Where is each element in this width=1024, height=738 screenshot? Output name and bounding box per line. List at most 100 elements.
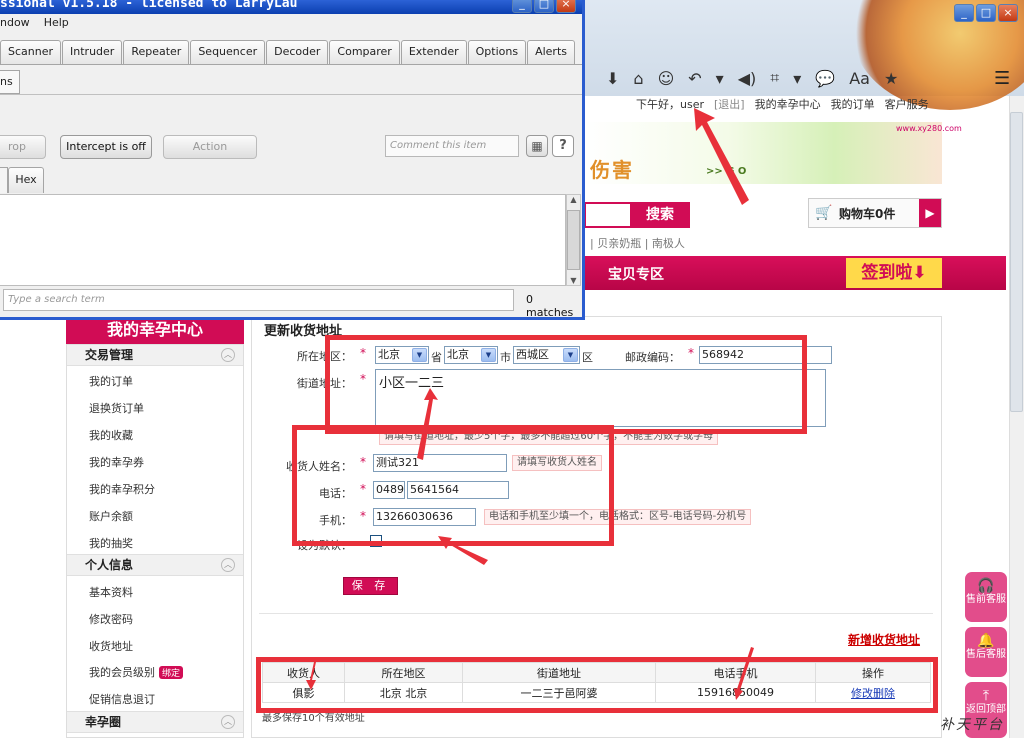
tab-intruder[interactable]: Intruder [62,40,123,64]
browser-toolbar: ⬇ ⌂ ☺ ↶ ▾ ◀) ⌗ ▾ 💬 Aa ★ [584,62,1024,94]
sidebar-item-my-orders[interactable]: 我的订单 [89,373,133,389]
action-button[interactable]: Action [163,135,257,159]
intercept-toggle-button[interactable]: Intercept is off [60,135,152,159]
cart-label: 购物车0件 [839,206,896,221]
cart-button[interactable]: 🛒 购物车0件 ▶ [808,198,942,228]
sidebar-item-profile[interactable]: 基本资料 [89,584,133,600]
sidebar-item-balance[interactable]: 账户余额 [89,508,133,524]
tab-scanner[interactable]: Scanner [0,40,62,64]
scroll-down-icon[interactable]: ▼ [567,276,580,285]
sidebar-section-personal[interactable]: 个人信息 ︿ [67,554,243,576]
drop-button[interactable]: rop [0,135,46,159]
sidebar-item-coupons[interactable]: 我的幸孕券 [89,454,144,470]
banner-url: www.xy280.com [896,124,962,133]
tab-comparer[interactable]: Comparer [329,40,400,64]
sidebar-item-lottery[interactable]: 我的抽奖 [89,535,133,551]
sidebar-item-favorites[interactable]: 我的收藏 [89,427,133,443]
tab-sequencer[interactable]: Sequencer [190,40,266,64]
tab-options[interactable]: Options [467,40,527,64]
sidebar-section-label: 个人信息 [85,558,134,572]
tab-extender[interactable]: Extender [400,40,467,64]
maximize-button[interactable]: □ [534,0,554,13]
close-button[interactable]: × [556,0,576,13]
bell-icon: 🔔 [977,633,995,649]
maximize-button[interactable]: □ [976,4,996,22]
cart-icon: 🛒 [815,205,833,221]
burp-window: ssional v1.5.18 - licensed to LarryLau _… [0,0,585,320]
help-button[interactable]: ? [552,135,574,157]
comment-input[interactable]: Comment this item [385,135,519,157]
chevron-down-icon[interactable]: ▾ [716,69,724,88]
tab-alerts[interactable]: Alerts [527,40,575,64]
editor-scroll-thumb[interactable] [567,210,580,270]
topnav-customer-service[interactable]: 客户服务 [885,96,929,114]
divider [259,613,933,614]
search-input[interactable] [584,202,630,228]
sidebar-title: 我的幸孕中心 [66,316,244,344]
chat-icon[interactable]: 💬 [815,69,835,88]
minimize-button[interactable]: _ [954,4,974,22]
chevron-right-icon: ▶ [919,199,941,227]
close-button[interactable]: × [998,4,1018,22]
aftersale-service-button[interactable]: 🔔 售后客服 [965,627,1007,677]
sidebar: 交易管理 ︿ 我的订单 退换货订单 我的收藏 我的幸孕券 我的幸孕积分 账户余额… [66,344,244,738]
top-icon: ⤒ [982,688,990,704]
topnav-member-center[interactable]: 我的幸孕中心 [755,96,821,114]
subtab-divider [0,94,582,98]
collapse-icon[interactable]: ︿ [221,715,235,729]
annotation-box-contact [292,425,614,546]
nav-item-baby-zone[interactable]: 宝贝专区 [608,264,664,284]
reader-icon[interactable]: Aa [849,69,870,88]
menu-help[interactable]: Help [44,16,69,34]
save-button[interactable]: 保 存 [343,577,398,595]
back-icon[interactable]: ↶ [688,69,701,88]
menu-window[interactable]: ndow [0,16,30,34]
subtab-options[interactable]: ns [0,70,20,94]
download-icon[interactable]: ⬇ [606,69,619,88]
match-count: 0 matches [526,293,574,319]
minimize-button[interactable]: _ [512,0,532,13]
sidebar-item-password[interactable]: 修改密码 [89,611,133,627]
collapse-icon[interactable]: ︿ [221,348,235,362]
sidebar-section-trade[interactable]: 交易管理 ︿ [67,344,243,366]
grid-icon[interactable]: ▦ [526,135,548,157]
topnav-my-orders[interactable]: 我的订单 [831,96,875,114]
collapse-icon[interactable]: ︿ [221,558,235,572]
menu-icon[interactable]: ☰ [994,68,1010,89]
logout-link[interactable]: [退出] [714,96,745,114]
banner-go: >> G O [706,166,747,177]
sidebar-item-returns[interactable]: 退换货订单 [89,400,144,416]
speaker-icon[interactable]: ◀) [738,69,757,88]
home-icon[interactable]: ⌂ [633,69,643,88]
message-editor[interactable] [0,194,566,286]
search-button[interactable]: 搜索 [630,202,690,228]
presale-service-button[interactable]: 🎧 售前客服 [965,572,1007,622]
smiley-icon[interactable]: ☺ [658,69,675,88]
headset-icon: 🎧 [977,578,995,594]
burp-window-controls: _ □ × [512,0,576,13]
sidebar-item-unsubscribe[interactable]: 促销信息退订 [89,691,155,707]
hot-search-words[interactable]: | 贝亲奶瓶 | 南极人 [590,235,685,251]
crop-icon[interactable]: ⌗ [770,68,779,88]
new-address-link[interactable]: 新增收货地址 [848,631,920,648]
tab-raw[interactable] [0,167,8,193]
sidebar-item-label: 我的会员级别 [89,666,155,679]
tab-repeater[interactable]: Repeater [123,40,190,64]
signin-banner[interactable]: 签到啦⬇ [846,258,942,288]
greeting-text: 下午好，user [636,98,704,111]
sidebar-item-member-level[interactable]: 我的会员级别 绑定 [89,664,184,680]
promo-banner[interactable] [584,122,942,184]
bind-badge[interactable]: 绑定 [159,666,184,679]
chevron-down-icon[interactable]: ▾ [793,69,801,88]
page-scrollbar-thumb[interactable] [1010,112,1023,412]
scroll-up-icon[interactable]: ▲ [567,195,580,204]
star-icon[interactable]: ★ [884,69,898,88]
sidebar-item-address[interactable]: 收货地址 [89,638,133,654]
sidebar-section-circle[interactable]: 幸孕圈 ︿ [67,711,243,733]
burp-title: ssional v1.5.18 - licensed to LarryLau [0,0,298,11]
sidebar-item-points[interactable]: 我的幸孕积分 [89,481,155,497]
tab-hex[interactable]: Hex [8,167,44,193]
tab-decoder[interactable]: Decoder [266,40,329,64]
annotation-box-table [256,657,938,713]
search-term-input[interactable]: Type a search term [3,289,514,311]
